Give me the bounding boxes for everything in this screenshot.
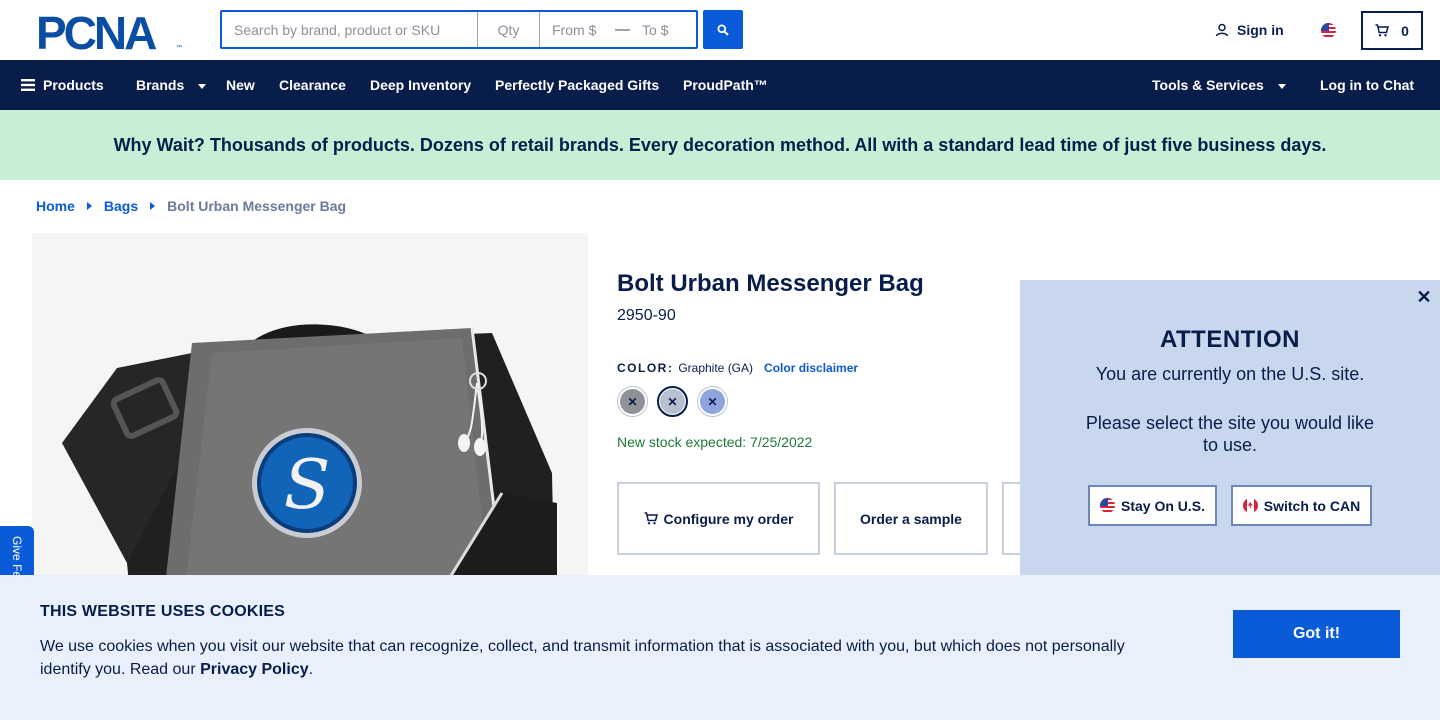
cart-count: 0: [1401, 22, 1409, 39]
chevron-right-icon: [86, 202, 92, 210]
switch-can-label: Switch to CAN: [1263, 497, 1361, 514]
swatch-blue[interactable]: ✕: [697, 386, 728, 417]
color-label: COLOR:: [617, 361, 674, 375]
swatch-graphite-fill: ✕: [660, 389, 685, 414]
stay-us-label: Stay On U.S.: [1120, 497, 1206, 514]
swatch-gray-fill: ✕: [620, 389, 645, 414]
nav-tools[interactable]: Tools & Services: [1152, 60, 1286, 110]
nav-clearance-label: Clearance: [279, 77, 346, 93]
cart-button[interactable]: 0: [1361, 11, 1423, 50]
qty-input[interactable]: [478, 12, 540, 47]
us-flag-icon[interactable]: [1321, 23, 1336, 38]
nav-deep-inventory[interactable]: Deep Inventory: [370, 60, 471, 110]
canada-flag-icon: [1242, 498, 1258, 513]
color-swatches: ✕ ✕ ✕: [617, 386, 728, 417]
cart-icon: [644, 512, 658, 525]
privacy-policy-link[interactable]: Privacy Policy: [200, 661, 309, 678]
configure-order-label: Configure my order: [663, 510, 794, 527]
us-flag-icon: [1099, 498, 1115, 513]
nav-brands[interactable]: Brands: [136, 60, 207, 110]
nav-products[interactable]: Products: [21, 60, 104, 110]
nav-gifts-label: Perfectly Packaged Gifts: [495, 77, 660, 93]
range-dash: —: [615, 20, 631, 38]
color-row: COLOR: Graphite (GA) Color disclaimer: [617, 361, 858, 375]
logo-text: PCNA: [36, 11, 156, 51]
breadcrumb-bags[interactable]: Bags: [104, 198, 138, 214]
sign-in-label: Sign in: [1237, 22, 1284, 38]
price-from-input[interactable]: [540, 12, 616, 47]
promo-banner: Why Wait? Thousands of products. Dozens …: [0, 110, 1440, 180]
swatch-blue-fill: ✕: [700, 389, 725, 414]
stock-status: New stock expected: 7/25/2022: [617, 434, 813, 450]
product-sku: 2950-90: [617, 307, 676, 324]
chevron-down-icon: [198, 83, 207, 89]
cookie-end: .: [308, 661, 314, 678]
search-button[interactable]: [703, 10, 743, 49]
price-to-input[interactable]: [630, 12, 696, 47]
swatch-graphite[interactable]: ✕: [657, 386, 688, 417]
svg-text:™: ™: [176, 44, 182, 51]
site-selector-modal: ✕ ATTENTION You are currently on the U.S…: [1020, 280, 1440, 576]
cookie-title: THIS WEBSITE USES COOKIES: [40, 603, 286, 620]
attention-title: ATTENTION: [1159, 326, 1301, 353]
sign-in-link[interactable]: Sign in: [1215, 22, 1284, 38]
nav-products-label: Products: [43, 77, 104, 93]
nav-brands-label: Brands: [136, 77, 185, 93]
cart-icon: [1375, 24, 1390, 37]
color-disclaimer-link[interactable]: Color disclaimer: [764, 361, 858, 375]
breadcrumb: Home Bags Bolt Urban Messenger Bag: [36, 198, 346, 214]
nav-proudpath[interactable]: ProudPath™: [683, 60, 768, 110]
nav-deep-inventory-label: Deep Inventory: [370, 77, 472, 93]
pcna-logo[interactable]: PCNA ™: [36, 11, 186, 51]
nav-proudpath-label: ProudPath™: [683, 77, 768, 93]
svg-text:S: S: [284, 446, 331, 525]
search-bar: —: [220, 10, 698, 49]
nav-gifts[interactable]: Perfectly Packaged Gifts: [495, 60, 659, 110]
product-title: Bolt Urban Messenger Bag: [617, 270, 924, 297]
attention-line-2: Please select the site you would like to…: [1085, 413, 1375, 455]
main-nav: Products Brands New Clearance Deep Inven…: [0, 60, 1440, 110]
cookie-banner: THIS WEBSITE USES COOKIES We use cookies…: [0, 575, 1440, 720]
chevron-right-icon: [150, 202, 156, 210]
cookie-text: We use cookies when you visit our websit…: [40, 635, 1150, 681]
search-input[interactable]: [222, 12, 478, 47]
stay-us-button[interactable]: Stay On U.S.: [1088, 485, 1217, 526]
breadcrumb-current: Bolt Urban Messenger Bag: [167, 198, 347, 214]
configure-order-button[interactable]: Configure my order: [617, 482, 820, 555]
chevron-down-icon: [1277, 83, 1286, 89]
nav-clearance[interactable]: Clearance: [279, 60, 346, 110]
user-icon: [1215, 23, 1229, 37]
search-icon: [717, 24, 729, 36]
unavailable-x-icon: ✕: [627, 394, 638, 409]
attention-line-1: You are currently on the U.S. site.: [1095, 364, 1365, 384]
site-header: PCNA ™ — Sign in 0: [0, 0, 1440, 60]
nav-chat-label: Log in to Chat: [1320, 77, 1415, 93]
menu-icon: [21, 79, 35, 91]
cookie-accept-button[interactable]: Got it!: [1233, 610, 1400, 658]
nav-new-label: New: [226, 77, 255, 93]
nav-new[interactable]: New: [226, 60, 255, 110]
breadcrumb-home[interactable]: Home: [36, 198, 75, 214]
unavailable-x-icon: ✕: [707, 394, 718, 409]
close-icon[interactable]: ✕: [1415, 287, 1433, 307]
order-sample-button[interactable]: Order a sample: [834, 482, 988, 555]
order-sample-label: Order a sample: [860, 510, 962, 527]
nav-tools-label: Tools & Services: [1152, 77, 1264, 93]
swatch-gray[interactable]: ✕: [617, 386, 648, 417]
switch-can-button[interactable]: Switch to CAN: [1231, 485, 1372, 526]
color-value: Graphite (GA): [678, 361, 754, 375]
unavailable-x-icon: ✕: [667, 394, 678, 409]
promo-text: Why Wait? Thousands of products. Dozens …: [113, 134, 1327, 155]
nav-chat[interactable]: Log in to Chat: [1320, 60, 1414, 110]
